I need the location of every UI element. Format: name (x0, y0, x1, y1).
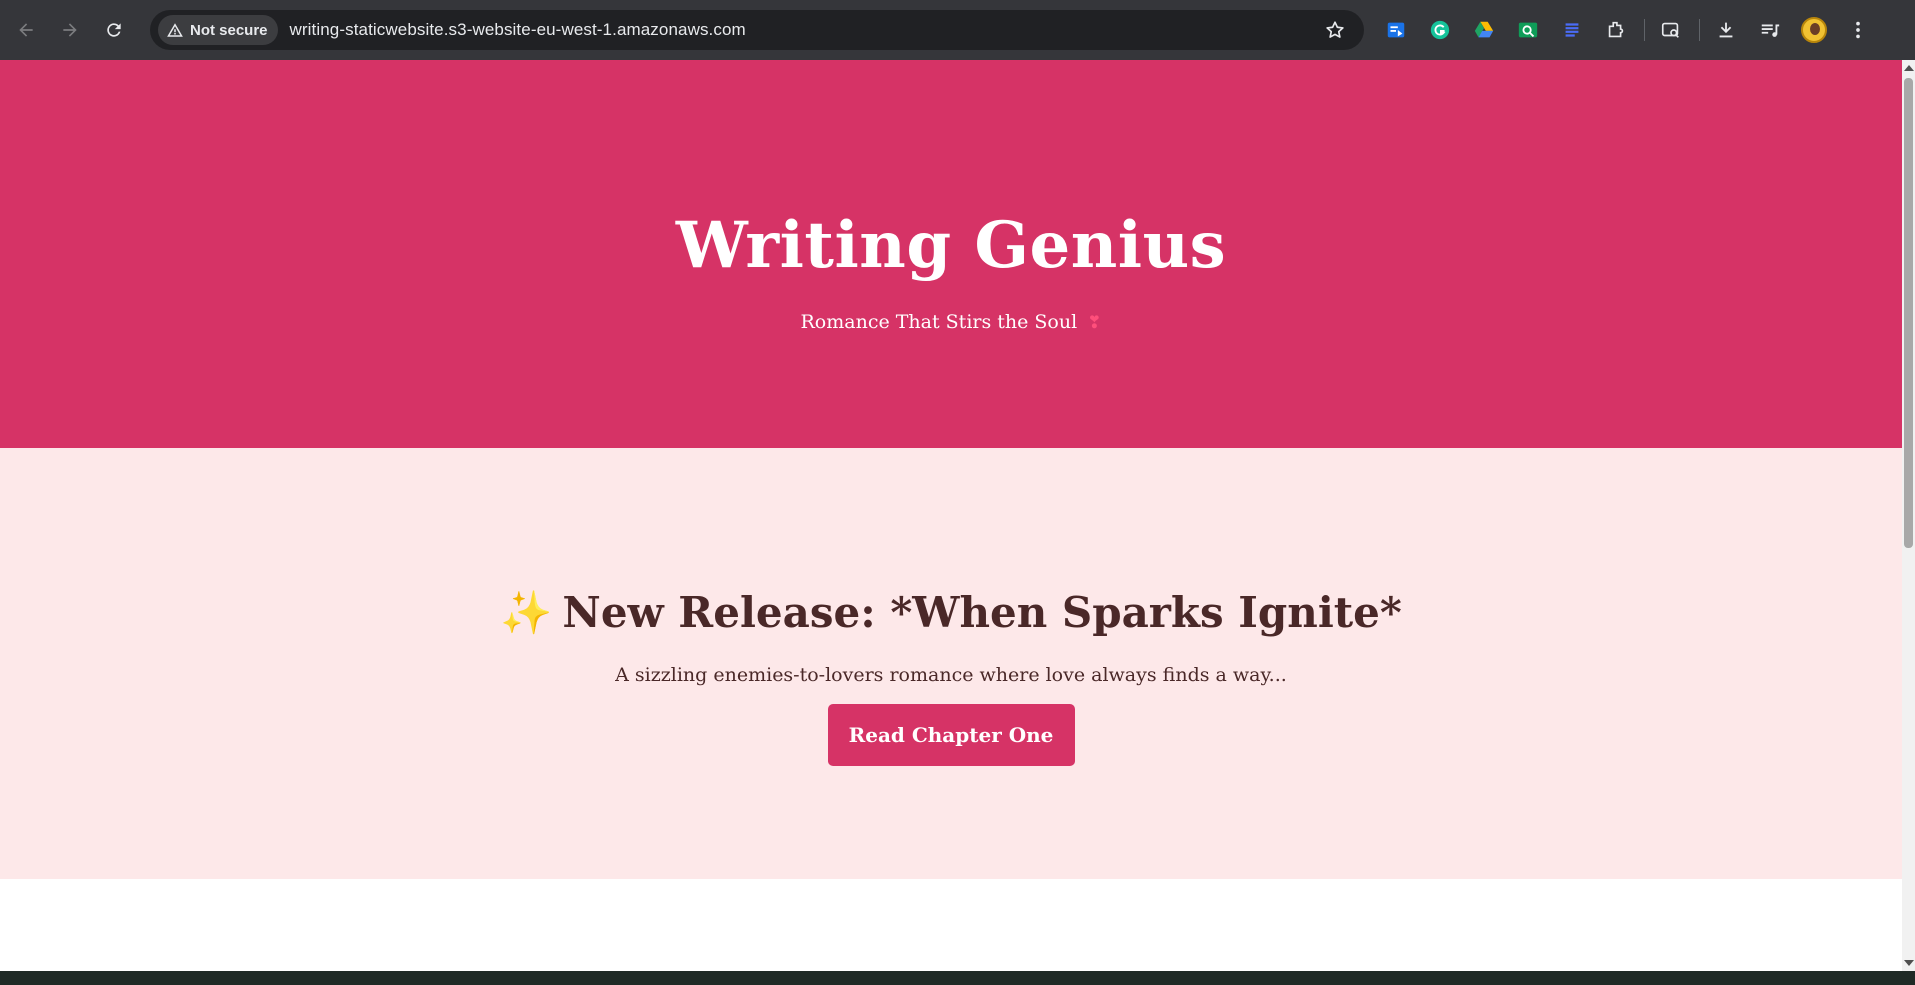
menu-dots-icon[interactable] (1840, 12, 1876, 48)
tab-manager-icon[interactable] (1378, 12, 1414, 48)
avatar (1801, 17, 1827, 43)
release-heading-text: New Release: *When Sparks Ignite* (562, 588, 1402, 637)
warning-icon (167, 23, 183, 37)
media-control-icon[interactable] (1752, 12, 1788, 48)
list-ext-icon[interactable] (1554, 12, 1590, 48)
scroll-down-arrow-icon[interactable] (1904, 960, 1914, 966)
toolbar-separator-2 (1699, 19, 1700, 41)
new-release-section: ✨ New Release: *When Sparks Ignite* A siz… (0, 448, 1902, 879)
extensions-bar (1378, 12, 1884, 48)
download-icon[interactable] (1708, 12, 1744, 48)
site-tagline: Romance That Stirs the Soul ❣ (0, 311, 1902, 333)
page-scrollbar[interactable] (1902, 60, 1915, 971)
reload-icon (107, 23, 121, 37)
site-title: Writing Genius (675, 208, 1227, 283)
forward-button[interactable] (52, 12, 88, 48)
browser-toolbar: Not secure writing-staticwebsite.s3-webs… (0, 0, 1915, 60)
scroll-up-arrow-icon[interactable] (1904, 65, 1914, 71)
bookmark-star-icon[interactable] (1324, 19, 1346, 41)
page-viewport: Writing Genius Romance That Stirs the So… (0, 60, 1902, 971)
tagline-text: Romance That Stirs the Soul (800, 311, 1078, 333)
os-taskbar (0, 971, 1915, 985)
extensions-puzzle-icon[interactable] (1598, 12, 1634, 48)
profile-avatar[interactable] (1796, 12, 1832, 48)
arrow-right-icon (63, 23, 77, 37)
sparkles-icon: ✨ (500, 588, 553, 637)
address-bar[interactable]: Not secure writing-staticwebsite.s3-webs… (150, 10, 1364, 50)
release-heading: ✨ New Release: *When Sparks Ignite* (0, 448, 1902, 638)
heart-icon: ❣ (1087, 313, 1102, 333)
url-text[interactable]: writing-staticwebsite.s3-website-eu-west… (290, 20, 746, 40)
back-button[interactable] (8, 12, 44, 48)
security-chip-label: Not secure (190, 21, 268, 39)
scrollbar-thumb[interactable] (1904, 78, 1913, 548)
tab-search-icon[interactable] (1653, 12, 1689, 48)
grammarly-icon[interactable] (1422, 12, 1458, 48)
reload-button[interactable] (96, 12, 132, 48)
google-drive-icon[interactable] (1466, 12, 1502, 48)
release-blurb: A sizzling enemies-to-lovers romance whe… (615, 664, 1287, 686)
read-chapter-one-button[interactable]: Read Chapter One (827, 704, 1075, 766)
toolbar-separator (1644, 19, 1645, 41)
arrow-left-icon (19, 23, 33, 37)
security-chip[interactable]: Not secure (158, 15, 278, 45)
hero-section: Writing Genius Romance That Stirs the So… (0, 60, 1902, 448)
search-ext-icon[interactable] (1510, 12, 1546, 48)
